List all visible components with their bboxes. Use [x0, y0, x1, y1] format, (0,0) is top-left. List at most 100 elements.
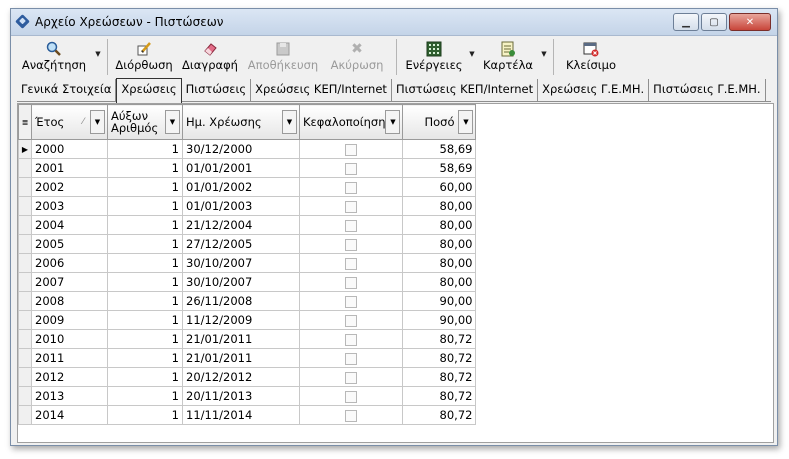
cell-year[interactable]: 2003: [31, 196, 108, 216]
cell-serial[interactable]: 1: [107, 291, 183, 311]
tab-item[interactable]: Χρεώσεις Γ.Ε.ΜΗ.: [538, 79, 650, 101]
cell-year[interactable]: 2007: [31, 272, 108, 292]
filter-dropdown-icon[interactable]: ▼: [90, 110, 105, 134]
cell-capitalization[interactable]: [298, 329, 404, 349]
table-row[interactable]: 2006 1 30/10/2007 80,00: [18, 253, 477, 273]
search-button[interactable]: Αναζήτηση: [15, 37, 93, 77]
delete-button[interactable]: Διαγραφή: [176, 37, 244, 77]
cell-charge-date[interactable]: 30/10/2007: [182, 253, 300, 273]
cell-serial[interactable]: 1: [107, 272, 183, 292]
cell-year[interactable]: 2010: [31, 329, 108, 349]
cell-amount[interactable]: 80,72: [402, 405, 477, 425]
tab-item[interactable]: Πιστώσεις ΚΕΠ/Internet: [392, 79, 539, 101]
cell-amount[interactable]: 90,00: [402, 310, 477, 330]
actions-dropdown-arrow[interactable]: ▼: [467, 37, 477, 77]
cell-amount[interactable]: 80,00: [402, 272, 477, 292]
table-row[interactable]: 2005 1 27/12/2005 80,00: [18, 234, 477, 254]
capitalization-checkbox[interactable]: [345, 352, 358, 365]
cell-capitalization[interactable]: [298, 348, 404, 368]
row-indicator[interactable]: [18, 177, 32, 197]
table-row[interactable]: 2007 1 30/10/2007 80,00: [18, 272, 477, 292]
card-button[interactable]: Καρτέλα: [477, 37, 539, 77]
cell-amount[interactable]: 58,69: [402, 158, 477, 178]
cell-amount[interactable]: 80,00: [402, 253, 477, 273]
search-dropdown-arrow[interactable]: ▼: [93, 37, 103, 77]
table-row[interactable]: 2002 1 01/01/2002 60,00: [18, 177, 477, 197]
cell-amount[interactable]: 80,00: [402, 196, 477, 216]
tab-item[interactable]: Χρεώσεις: [116, 78, 182, 103]
row-indicator[interactable]: [18, 215, 32, 235]
cell-amount[interactable]: 80,72: [402, 367, 477, 387]
capitalization-checkbox[interactable]: [345, 390, 358, 403]
cell-year[interactable]: 2000: [31, 139, 108, 159]
row-indicator[interactable]: [18, 367, 32, 387]
cell-capitalization[interactable]: [298, 139, 404, 159]
cell-charge-date[interactable]: 21/12/2004: [182, 215, 300, 235]
cell-year[interactable]: 2004: [31, 215, 108, 235]
table-row[interactable]: 2001 1 01/01/2001 58,69: [18, 158, 477, 178]
capitalization-checkbox[interactable]: [345, 333, 358, 346]
cell-amount[interactable]: 90,00: [402, 291, 477, 311]
cell-charge-date[interactable]: 20/12/2012: [182, 367, 300, 387]
cell-amount[interactable]: 58,69: [402, 139, 477, 159]
actions-button[interactable]: Ενέργειες: [401, 37, 467, 77]
cell-charge-date[interactable]: 20/11/2013: [182, 386, 300, 406]
cell-capitalization[interactable]: [298, 272, 404, 292]
capitalization-checkbox[interactable]: [345, 200, 358, 213]
column-header-year[interactable]: Έτος ⁄ ▼: [31, 104, 108, 140]
close-window-button[interactable]: ✕: [729, 13, 771, 31]
row-indicator-header[interactable]: ≣: [18, 104, 32, 140]
row-indicator[interactable]: [18, 386, 32, 406]
cell-year[interactable]: 2011: [31, 348, 108, 368]
table-row[interactable]: 2004 1 21/12/2004 80,00: [18, 215, 477, 235]
cell-charge-date[interactable]: 01/01/2003: [182, 196, 300, 216]
row-indicator[interactable]: [18, 310, 32, 330]
cell-capitalization[interactable]: [298, 386, 404, 406]
table-row[interactable]: 2008 1 26/11/2008 90,00: [18, 291, 477, 311]
cell-charge-date[interactable]: 01/01/2001: [182, 158, 300, 178]
capitalization-checkbox[interactable]: [345, 181, 358, 194]
cell-capitalization[interactable]: [298, 177, 404, 197]
cell-capitalization[interactable]: [298, 405, 404, 425]
cell-year[interactable]: 2013: [31, 386, 108, 406]
capitalization-checkbox[interactable]: [345, 143, 358, 156]
cell-serial[interactable]: 1: [107, 215, 183, 235]
capitalization-checkbox[interactable]: [345, 238, 358, 251]
tab-item[interactable]: Χρεώσεις ΚΕΠ/Internet: [251, 79, 392, 101]
cell-year[interactable]: 2008: [31, 291, 108, 311]
edit-button[interactable]: Διόρθωση: [112, 37, 176, 77]
cell-amount[interactable]: 60,00: [402, 177, 477, 197]
title-bar[interactable]: Αρχείο Χρεώσεων - Πιστώσεων ▁ ▢ ✕: [11, 9, 777, 36]
cell-capitalization[interactable]: [298, 196, 404, 216]
row-indicator[interactable]: [18, 329, 32, 349]
capitalization-checkbox[interactable]: [345, 276, 358, 289]
filter-dropdown-icon[interactable]: ▼: [282, 110, 297, 134]
cell-charge-date[interactable]: 11/11/2014: [182, 405, 300, 425]
cell-charge-date[interactable]: 01/01/2002: [182, 177, 300, 197]
cell-capitalization[interactable]: [298, 310, 404, 330]
row-indicator[interactable]: [18, 272, 32, 292]
cell-amount[interactable]: 80,72: [402, 329, 477, 349]
cell-serial[interactable]: 1: [107, 158, 183, 178]
column-header-charge-date[interactable]: Ημ. Χρέωσης ▼: [182, 104, 300, 140]
maximize-button[interactable]: ▢: [701, 13, 727, 31]
cell-serial[interactable]: 1: [107, 367, 183, 387]
row-indicator[interactable]: [18, 348, 32, 368]
column-header-amount[interactable]: Ποσό ▼: [402, 104, 477, 140]
cell-serial[interactable]: 1: [107, 196, 183, 216]
capitalization-checkbox[interactable]: [345, 371, 358, 384]
tab-item[interactable]: Πιστώσεις: [182, 79, 252, 101]
cell-amount[interactable]: 80,00: [402, 215, 477, 235]
row-indicator[interactable]: [18, 291, 32, 311]
row-indicator[interactable]: [18, 158, 32, 178]
cell-capitalization[interactable]: [298, 158, 404, 178]
cell-year[interactable]: 2012: [31, 367, 108, 387]
cell-year[interactable]: 2001: [31, 158, 108, 178]
capitalization-checkbox[interactable]: [345, 162, 358, 175]
cell-amount[interactable]: 80,72: [402, 348, 477, 368]
cell-serial[interactable]: 1: [107, 329, 183, 349]
row-indicator[interactable]: [18, 196, 32, 216]
cell-charge-date[interactable]: 30/10/2007: [182, 272, 300, 292]
save-button[interactable]: Αποθήκευση: [244, 37, 322, 77]
cell-serial[interactable]: 1: [107, 234, 183, 254]
